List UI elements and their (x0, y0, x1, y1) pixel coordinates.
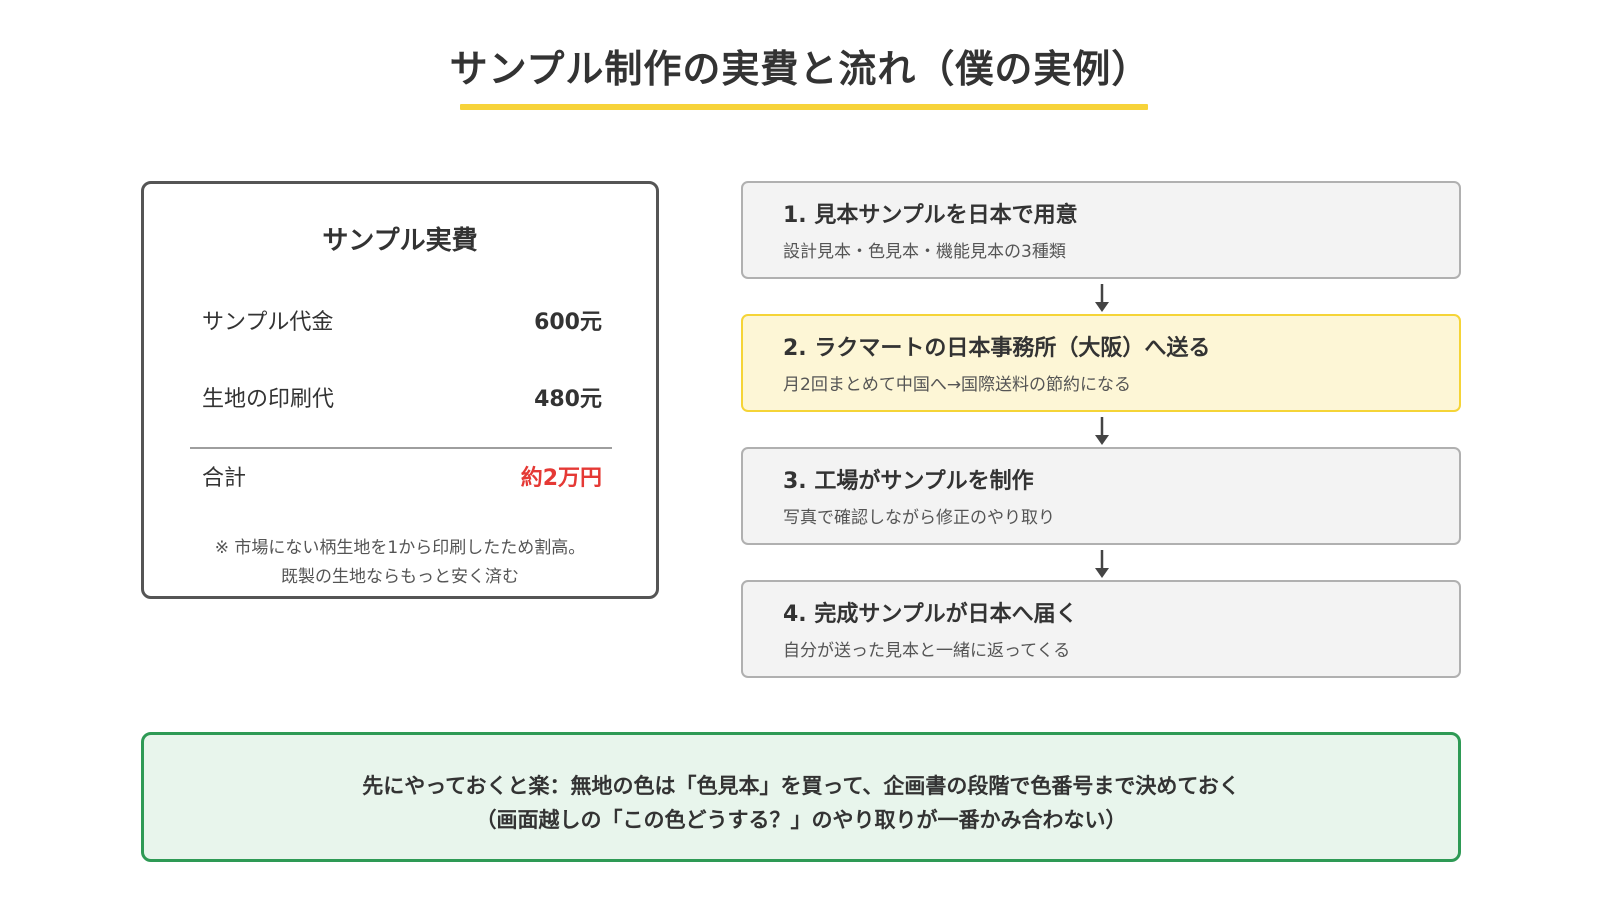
step-title: 3. 工場がサンプルを制作 (783, 469, 1034, 494)
cost-value: 600元 (534, 310, 602, 335)
step-1-box: 1. 見本サンプルを日本で用意 設計見本・色見本・機能見本の3種類 (741, 181, 1461, 279)
down-arrow-icon (1095, 417, 1109, 445)
page-title: サンプル制作の実費と流れ（僕の実例） (449, 47, 1151, 91)
cost-label: 生地の印刷代 (202, 387, 335, 412)
down-arrow-icon (1095, 550, 1109, 578)
step-2-box: 2. ラクマートの日本事務所（大阪）へ送る 月2回まとめて中国へ→国際送料の節約… (741, 314, 1461, 412)
step-title: 4. 完成サンプルが日本へ届く (783, 602, 1078, 627)
cost-row-total: 合計 約2万円 (202, 460, 602, 494)
down-arrow-icon (1095, 284, 1109, 312)
cost-note-line: ※ 市場にない柄生地を1から印刷したため割高。 (214, 538, 586, 558)
cost-value: 480元 (534, 387, 602, 412)
step-title: 1. 見本サンプルを日本で用意 (783, 203, 1078, 228)
step-desc: 写真で確認しながら修正のやり取り (783, 508, 1055, 528)
step-desc: 設計見本・色見本・機能見本の3種類 (783, 242, 1066, 262)
cost-total-value: 約2万円 (520, 466, 602, 491)
cost-row-sample-fee: サンプル代金 600元 (202, 304, 602, 338)
title-underline (460, 104, 1148, 110)
tip-line: （画面越しの「この色どうする？」のやり取りが一番かみ合わない） (475, 808, 1127, 832)
tip-box: 先にやっておくと楽：無地の色は「色見本」を買って、企画書の段階で色番号まで決めて… (141, 732, 1461, 862)
cost-note: ※ 市場にない柄生地を1から印刷したため割高。 既製の生地ならもっと安く済む (144, 534, 656, 592)
step-title: 2. ラクマートの日本事務所（大阪）へ送る (783, 336, 1211, 361)
step-desc: 自分が送った見本と一緒に返ってくる (783, 641, 1071, 661)
cost-divider (190, 447, 612, 449)
cost-card-heading: サンプル実費 (322, 226, 478, 256)
cost-label: サンプル代金 (202, 310, 334, 335)
step-desc: 月2回まとめて中国へ→国際送料の節約になる (783, 375, 1132, 395)
tip-line: 先にやっておくと楽：無地の色は「色見本」を買って、企画書の段階で色番号まで決めて… (362, 774, 1240, 798)
step-3-box: 3. 工場がサンプルを制作 写真で確認しながら修正のやり取り (741, 447, 1461, 545)
cost-row-printing-fee: 生地の印刷代 480元 (202, 381, 602, 415)
step-4-box: 4. 完成サンプルが日本へ届く 自分が送った見本と一緒に返ってくる (741, 580, 1461, 678)
cost-label: 合計 (202, 466, 247, 491)
cost-card: サンプル実費 サンプル代金 600元 生地の印刷代 480元 合計 約2万円 ※… (141, 181, 659, 599)
cost-note-line: 既製の生地ならもっと安く済む (281, 567, 519, 587)
